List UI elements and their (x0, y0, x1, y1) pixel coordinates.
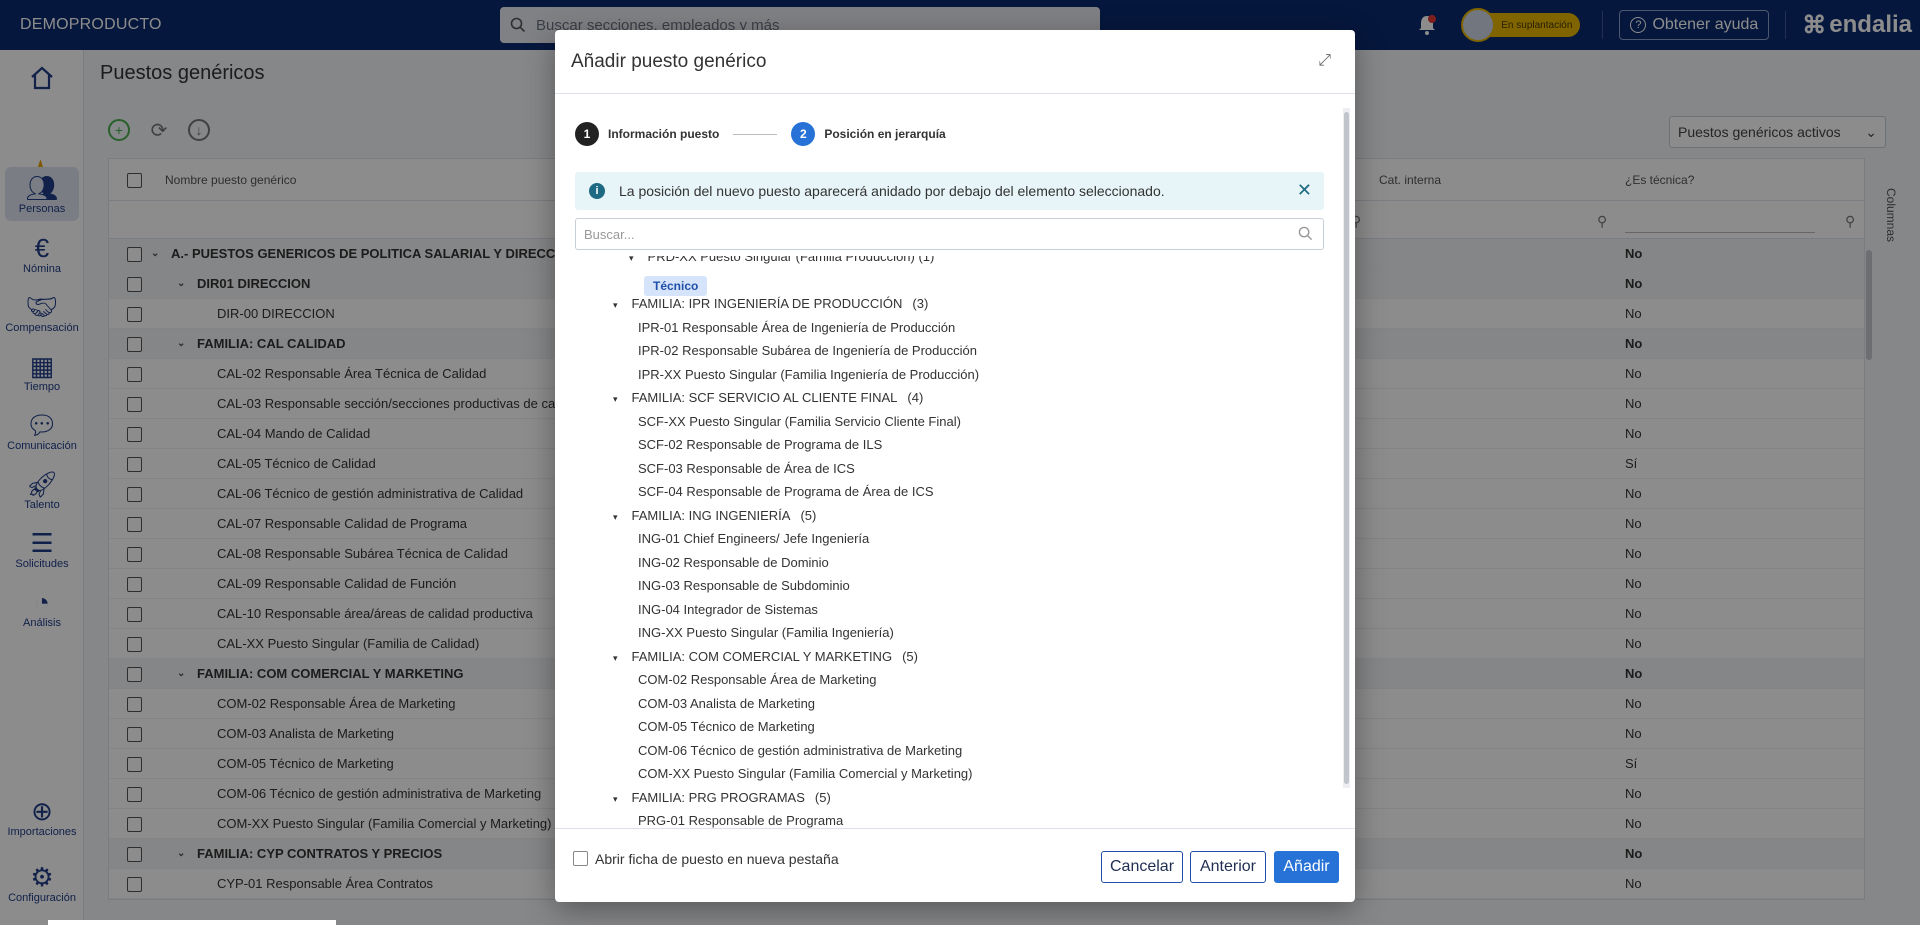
tree-search-input[interactable]: Buscar... (575, 218, 1324, 250)
tree-node-label: SCF-02 Responsable de Programa de ILS (638, 437, 883, 452)
tree-node-label: ING-XX Puesto Singular (Familia Ingenier… (638, 625, 894, 640)
tree-node[interactable]: ING-04 Integrador de Sistemas (638, 602, 818, 617)
tree-node-count: (3) (912, 296, 929, 311)
tree-node[interactable]: SCF-04 Responsable de Programa de Área d… (638, 484, 934, 499)
tree-node[interactable]: SCF-02 Responsable de Programa de ILS (638, 437, 882, 452)
scroll-thumb[interactable] (1344, 112, 1349, 784)
tree-node[interactable]: PRG-01 Responsable de Programa (638, 813, 843, 828)
tree-node-label: SCF-04 Responsable de Programa de Área d… (638, 484, 934, 499)
tree-node-label: FAMILIA: ING INGENIERÍA (631, 507, 791, 523)
tree-node[interactable]: COM-XX Puesto Singular (Familia Comercia… (638, 766, 972, 781)
collapse-icon[interactable]: ▾ (613, 512, 618, 523)
tree-node-label: ING-04 Integrador de Sistemas (638, 601, 818, 617)
tree-family-node[interactable]: ▾ FAMILIA: COM COMERCIAL Y MARKETING (5) (613, 649, 918, 664)
tree-node-label: IPR-02 Responsable Subárea de Ingeniería… (638, 343, 977, 358)
search-icon (1298, 226, 1313, 241)
tree-node-count: (5) (814, 789, 831, 805)
tree-node-label: PRG-01 Responsable de Programa (638, 813, 844, 828)
tree-node-label: COM-06 Técnico de gestión administrativa… (638, 742, 963, 758)
open-new-tab-checkbox[interactable] (573, 851, 588, 866)
tree-family-node[interactable]: ▾ FAMILIA: IPR INGENIERÍA DE PRODUCCIÓN (3… (613, 296, 928, 311)
tree-node[interactable]: IPR-02 Responsable Subárea de Ingeniería… (638, 343, 977, 358)
tree-node-label: COM-02 Responsable Área de Marketing (638, 672, 877, 687)
tree-family-node[interactable]: ▾ FAMILIA: ING INGENIERÍA (5) (613, 508, 816, 523)
dialog-footer: Abrir ficha de puesto en nueva pestaña C… (555, 828, 1355, 902)
tree-node-label: SCF-03 Responsable de Área de ICS (638, 460, 855, 476)
tree-node-label: ING-02 Responsable de Dominio (638, 554, 829, 570)
tree-node[interactable]: ▾ PRD-XX Puesto Singular (Familia Producc… (629, 256, 934, 264)
tree-node-label: IPR-XX Puesto Singular (Familia Ingenier… (638, 366, 980, 382)
cancel-button[interactable]: Cancelar (1101, 851, 1183, 883)
tree-node[interactable]: COM-02 Responsable Área de Marketing (638, 672, 876, 687)
stepper: 1 Información puesto 2 Posición en jerar… (575, 122, 946, 146)
tree-node-label: COM-05 Técnico de Marketing (638, 719, 815, 734)
collapse-icon[interactable]: ▾ (613, 394, 618, 405)
tree-family-node[interactable]: ▾ FAMILIA: PRG PROGRAMAS (5) (613, 790, 831, 805)
tree-search-placeholder: Buscar... (584, 226, 635, 242)
tree-node[interactable]: SCF-03 Responsable de Área de ICS (638, 461, 855, 476)
expand-icon[interactable]: ⤢ (1318, 52, 1331, 70)
tree-node-count: (5) (800, 507, 817, 523)
tree-node-count: (5) (902, 648, 918, 664)
tree-node-label: FAMILIA: IPR INGENIERÍA DE PRODUCCIÓN (631, 296, 903, 311)
tree-node-label: SCF-XX Puesto Singular (Familia Servicio… (638, 413, 961, 429)
dialog-title: Añadir puesto genérico (571, 50, 767, 72)
tree-node-label: FAMILIA: PRG PROGRAMAS (631, 789, 805, 805)
step-connector (733, 133, 778, 135)
collapse-icon[interactable]: ▾ (629, 256, 634, 264)
tree-node[interactable]: ING-XX Puesto Singular (Familia Ingenier… (638, 625, 894, 640)
tree-node-label: PRD-XX Puesto Singular (Familia Producci… (647, 256, 935, 264)
tree-node[interactable]: COM-06 Técnico de gestión administrativa… (638, 743, 962, 758)
tree-node[interactable]: IPR-XX Puesto Singular (Familia Ingenier… (638, 367, 979, 382)
tree-node[interactable]: ING-02 Responsable de Dominio (638, 555, 829, 570)
add-generic-position-dialog: Añadir puesto genérico ⤢ 1 Información p… (555, 30, 1355, 902)
tree-node-label: IPR-01 Responsable Área de Ingeniería de… (638, 319, 956, 335)
tree-node-label: COM-03 Analista de Marketing (638, 695, 816, 711)
dialog-header: Añadir puesto genérico ⤢ (555, 30, 1355, 94)
tree-node[interactable]: SCF-XX Puesto Singular (Familia Servicio… (638, 414, 961, 429)
tree-node[interactable]: COM-05 Técnico de Marketing (638, 719, 815, 734)
tree-node-label: ING-01 Chief Engineers/ Jefe Ingeniería (638, 531, 870, 546)
tree-node[interactable]: IPR-01 Responsable Área de Ingeniería de… (638, 320, 955, 335)
info-banner: i La posición del nuevo puesto aparecerá… (575, 172, 1324, 210)
open-new-tab-label[interactable]: Abrir ficha de puesto en nueva pestaña (595, 851, 839, 867)
selected-node-tag[interactable]: Técnico (644, 276, 708, 296)
add-button[interactable]: Añadir (1274, 851, 1339, 883)
collapse-icon[interactable]: ▾ (613, 300, 618, 311)
info-icon: i (589, 183, 605, 199)
collapse-icon[interactable]: ▾ (613, 653, 618, 664)
tree-node-label: COM-XX Puesto Singular (Familia Comercia… (638, 766, 973, 781)
step-label[interactable]: Posición en jerarquía (824, 127, 945, 141)
hierarchy-tree: ▾ PRD-XX Puesto Singular (Familia Producc… (575, 256, 1327, 828)
step-number: 1 (575, 122, 599, 146)
tree-node-label: FAMILIA: COM COMERCIAL Y MARKETING (631, 648, 893, 664)
taskbar-strip (48, 920, 336, 925)
info-text: La posición del nuevo puesto aparecerá a… (619, 183, 1165, 199)
tree-family-node[interactable]: ▾ FAMILIA: SCF SERVICIO AL CLIENTE FINAL (… (613, 390, 923, 405)
tree-node[interactable]: ING-01 Chief Engineers/ Jefe Ingeniería (638, 531, 869, 546)
tree-node[interactable]: ING-03 Responsable de Subdominio (638, 578, 850, 593)
tree-node[interactable]: COM-03 Analista de Marketing (638, 696, 815, 711)
collapse-icon[interactable]: ▾ (613, 794, 618, 805)
step-label[interactable]: Información puesto (608, 127, 719, 141)
dialog-scrollbar[interactable] (1343, 108, 1350, 788)
close-icon[interactable]: ✕ (1297, 180, 1312, 201)
back-button[interactable]: Anterior (1190, 851, 1266, 883)
step-number: 2 (791, 122, 816, 146)
tree-node-count: (4) (907, 390, 924, 405)
tree-node-label: FAMILIA: SCF SERVICIO AL CLIENTE FINAL (631, 390, 898, 405)
tree-node-label: ING-03 Responsable de Subdominio (638, 578, 850, 593)
